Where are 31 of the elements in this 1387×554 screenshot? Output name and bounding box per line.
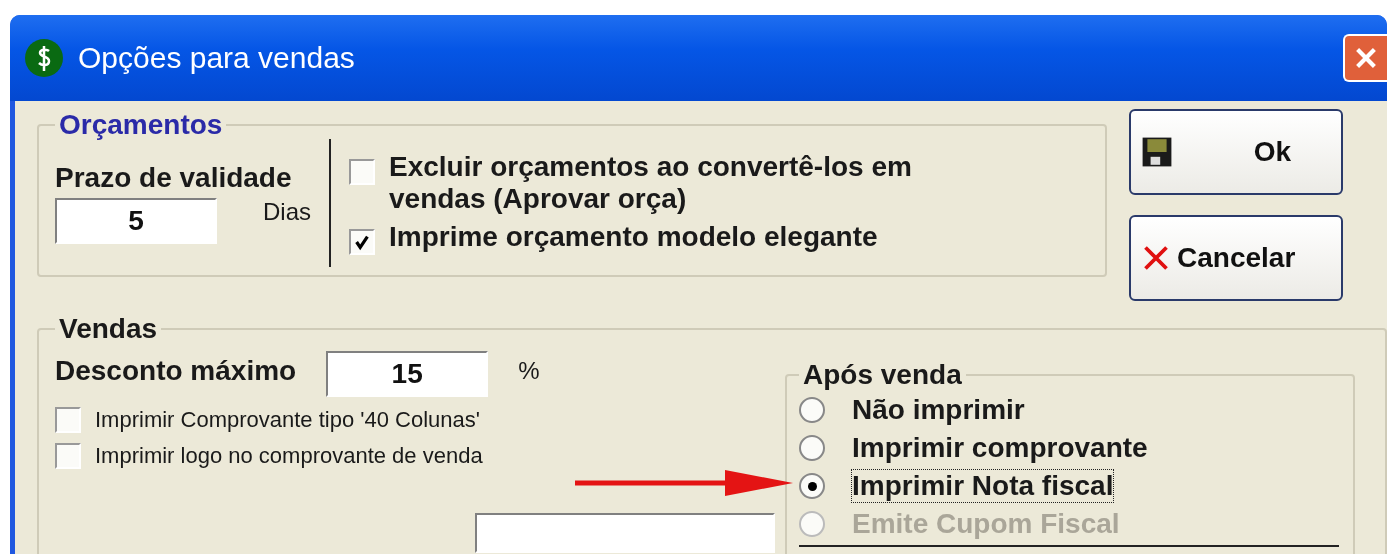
radio-button[interactable] (799, 397, 825, 423)
radio-label: Imprimir comprovante (851, 431, 1149, 465)
checkbox-label: Imprimir Comprovante tipo '40 Colunas' (95, 407, 480, 433)
discount-field[interactable]: 15 (326, 351, 489, 397)
checkbox-label: Imprimir logo no comprovante de venda (95, 443, 483, 469)
checkbox-label: Imprime orçamento modelo elegante (389, 221, 879, 254)
field-label: Desconto máximo (55, 355, 297, 387)
checkmark-icon (353, 233, 371, 252)
ok-button[interactable]: Ok (1129, 109, 1343, 195)
unit-label: Dias (263, 198, 311, 226)
radio-label: Não imprimir (851, 393, 1026, 427)
checkbox[interactable] (55, 443, 81, 469)
port-field[interactable] (475, 513, 775, 553)
unit-label: % (518, 357, 540, 385)
validity-field[interactable]: 5 (55, 198, 217, 244)
checkbox[interactable] (349, 158, 375, 185)
radio-button[interactable] (799, 435, 825, 461)
radio-button[interactable] (799, 473, 825, 499)
close-button[interactable] (1343, 34, 1387, 82)
radio-label: Emite Cupom Fiscal (851, 507, 1121, 541)
checkbox-label: Excluir orçamentos ao convertê-los em vendas (Aprovar orça) (389, 150, 913, 216)
radio-label: Imprimir Nota fiscal (851, 469, 1115, 503)
field-label: Prazo de validade (55, 162, 293, 194)
group-title: Após venda (802, 359, 963, 391)
checkbox[interactable] (55, 407, 81, 433)
dollar-icon (24, 38, 64, 78)
window-title: Opções para vendas (78, 41, 355, 75)
cancel-button[interactable]: Cancelar (1129, 215, 1343, 301)
group-title: Orçamentos (58, 109, 224, 141)
checkbox[interactable] (349, 229, 375, 256)
group-title: Vendas (58, 313, 159, 345)
